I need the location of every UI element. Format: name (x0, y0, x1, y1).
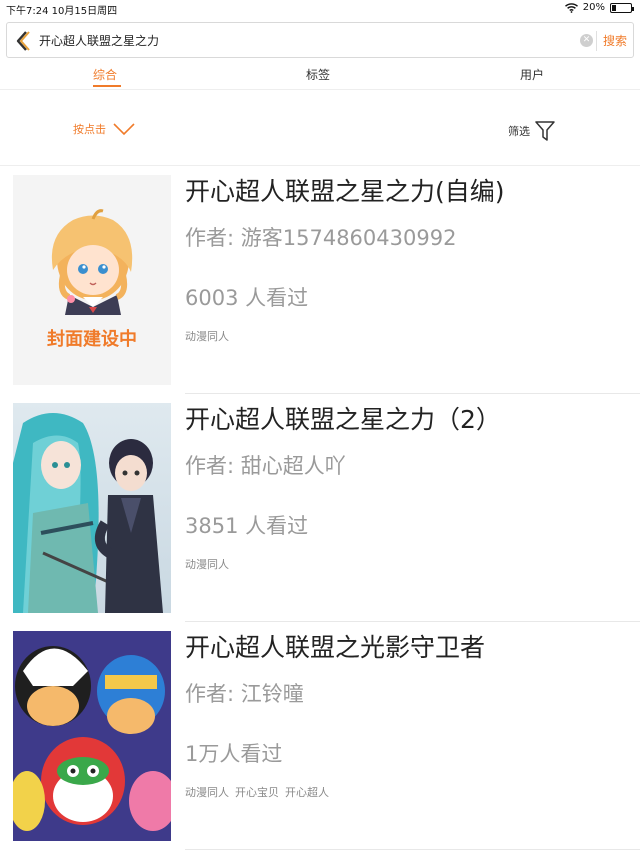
search-bar[interactable]: 开心超人联盟之星之力 ✕ 搜索 (6, 22, 634, 58)
status-time: 下午7:24 (6, 6, 49, 17)
chevron-left-icon[interactable] (13, 29, 33, 53)
placeholder-mascot-image (51, 209, 133, 315)
sort-dropdown[interactable]: 按点击 (73, 121, 136, 137)
result-views: 6003 人看过 (185, 286, 309, 310)
status-time-date: 下午7:24 10月15日周四 (6, 2, 117, 17)
battery-icon (610, 2, 634, 13)
result-title[interactable]: 开心超人联盟之光影守卫者 (185, 632, 640, 664)
result-title[interactable]: 开心超人联盟之星之力(自编) (185, 176, 640, 208)
result-tabs: 综合 标签 用户 (0, 62, 640, 90)
filter-label: 筛选 (508, 125, 530, 138)
tab-tags[interactable]: 标签 (306, 66, 330, 83)
status-indicators: 20% (564, 2, 634, 13)
cover-image: 封面建设中 (13, 175, 171, 385)
clear-icon[interactable]: ✕ (580, 34, 593, 47)
anime-characters-illustration (13, 413, 163, 613)
result-info: 开心超人联盟之光影守卫者 作者: 江铃曈 1万人看过 动漫同人 开心宝贝 开心超… (185, 632, 640, 800)
wifi-icon (564, 2, 578, 13)
row-divider (185, 849, 640, 850)
filter-button[interactable]: 筛选 (508, 120, 556, 142)
result-author[interactable]: 作者: 游客1574860430992 (185, 224, 640, 252)
list-item[interactable]: 开心超人联盟之星之力（2） 作者: 甜心超人吖 3851 人看过 动漫同人 (0, 394, 640, 622)
result-author[interactable]: 作者: 甜心超人吖 (185, 452, 640, 480)
sort-label: 按点击 (73, 123, 106, 136)
search-button[interactable]: 搜索 (603, 32, 627, 49)
cartoon-heroes-illustration (13, 631, 171, 841)
tag[interactable]: 动漫同人 (185, 556, 229, 572)
result-views: 1万人看过 (185, 742, 283, 766)
search-divider (596, 31, 597, 51)
tag[interactable]: 动漫同人 (185, 784, 229, 800)
result-views: 3851 人看过 (185, 514, 309, 538)
result-tags: 动漫同人 (185, 556, 640, 572)
result-title[interactable]: 开心超人联盟之星之力（2） (185, 404, 640, 436)
active-tab-indicator (93, 85, 121, 87)
search-input[interactable]: 开心超人联盟之星之力 (39, 32, 159, 49)
cover-image (13, 403, 171, 613)
tag[interactable]: 开心宝贝 (235, 784, 279, 800)
tab-overall[interactable]: 综合 (93, 66, 117, 83)
tag[interactable]: 动漫同人 (185, 328, 229, 344)
result-info: 开心超人联盟之星之力（2） 作者: 甜心超人吖 3851 人看过 动漫同人 (185, 404, 640, 572)
tag[interactable]: 开心超人 (285, 784, 329, 800)
chevron-down-icon (113, 123, 135, 136)
result-tags: 动漫同人 开心宝贝 开心超人 (185, 784, 640, 800)
result-tags: 动漫同人 (185, 328, 640, 344)
result-author[interactable]: 作者: 江铃曈 (185, 680, 640, 708)
status-date: 10月15日周四 (51, 6, 118, 17)
funnel-icon (535, 121, 555, 141)
list-item[interactable]: 开心超人联盟之光影守卫者 作者: 江铃曈 1万人看过 动漫同人 开心宝贝 开心超… (0, 622, 640, 850)
result-info: 开心超人联盟之星之力(自编) 作者: 游客1574860430992 6003 … (185, 176, 640, 344)
tab-users[interactable]: 用户 (520, 66, 544, 83)
filter-bar: 按点击 筛选 (0, 91, 640, 166)
list-item[interactable]: 封面建设中 开心超人联盟之星之力(自编) 作者: 游客1574860430992… (0, 166, 640, 394)
cover-image (13, 631, 171, 841)
status-bar: 下午7:24 10月15日周四 20% (0, 0, 640, 18)
cover-placeholder-caption: 封面建设中 (47, 329, 137, 350)
battery-level (612, 4, 616, 11)
battery-percent: 20% (582, 2, 605, 13)
